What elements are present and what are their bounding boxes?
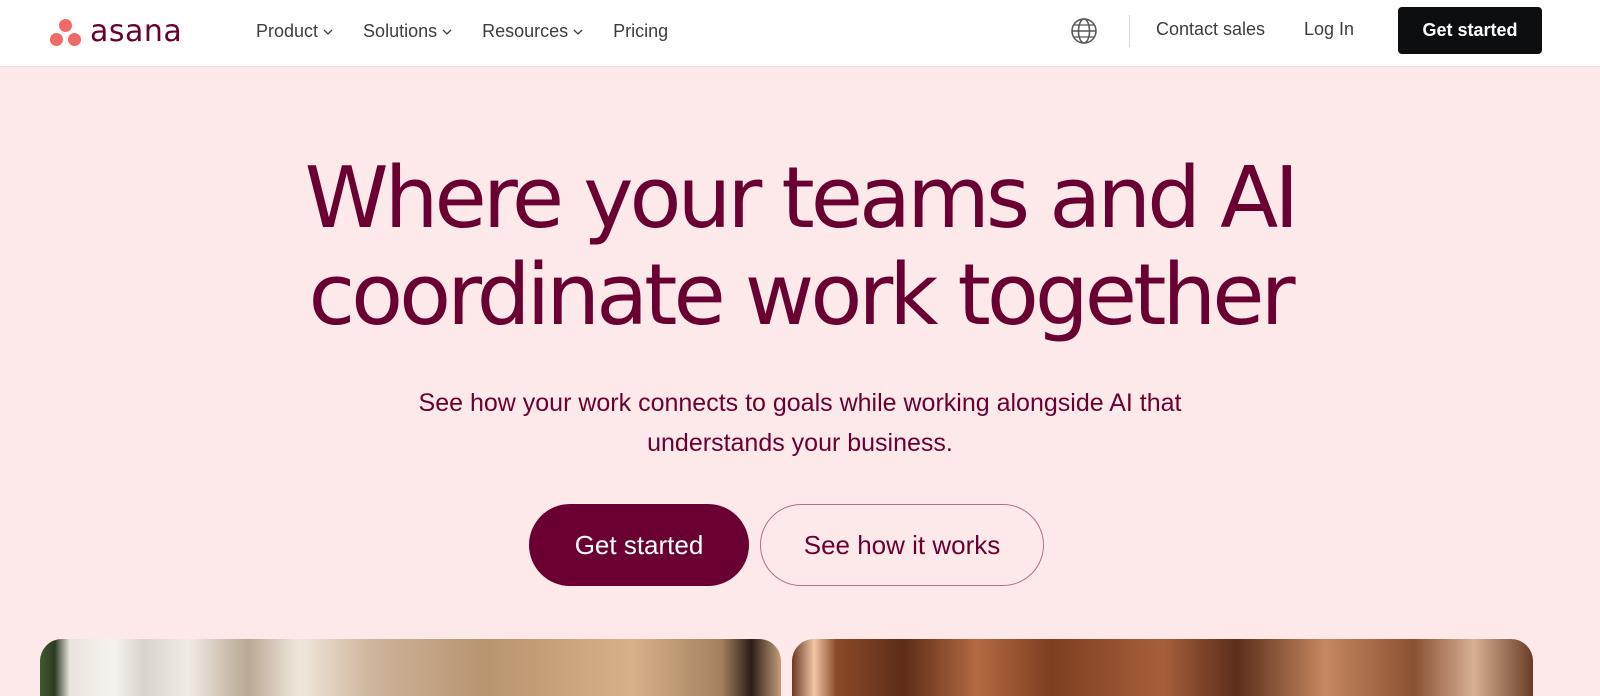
main-nav: Product Solutions Resources Pricing [256, 18, 698, 44]
site-header: asana Product Solutions Resources Pricin… [0, 0, 1600, 67]
nav-product[interactable]: Product [256, 18, 333, 44]
hero-headline: Where your teams and AI coordinate work … [0, 150, 1600, 344]
logo-wordmark: asana [90, 14, 183, 49]
contact-sales-link[interactable]: Contact sales [1156, 19, 1265, 40]
headline-line-2: coordinate work together [308, 246, 1295, 345]
asana-logo[interactable]: asana [50, 15, 182, 49]
nav-product-label: Product [256, 20, 319, 41]
hero-image-right [792, 639, 1533, 696]
globe-icon[interactable] [1070, 17, 1098, 45]
header-divider [1129, 15, 1130, 47]
nav-solutions-label: Solutions [363, 20, 438, 41]
nav-solutions[interactable]: Solutions [363, 18, 452, 44]
nav-pricing[interactable]: Pricing [613, 18, 668, 44]
hero-subtitle: See how your work connects to goals whil… [418, 389, 1182, 457]
chevron-down-icon [442, 27, 452, 37]
login-link[interactable]: Log In [1304, 19, 1354, 40]
chevron-down-icon [323, 27, 333, 37]
nav-resources[interactable]: Resources [482, 18, 583, 44]
chevron-down-icon [573, 27, 583, 37]
nav-pricing-label: Pricing [613, 20, 669, 41]
see-how-it-works-button[interactable]: See how it works [760, 504, 1044, 586]
nav-resources-label: Resources [482, 20, 569, 41]
hero-image-left [40, 639, 781, 696]
asana-logo-icon [50, 17, 82, 47]
header-get-started-button[interactable]: Get started [1398, 7, 1542, 54]
headline-line-1: Where your teams and AI [304, 149, 1300, 248]
get-started-button[interactable]: Get started [529, 504, 749, 586]
